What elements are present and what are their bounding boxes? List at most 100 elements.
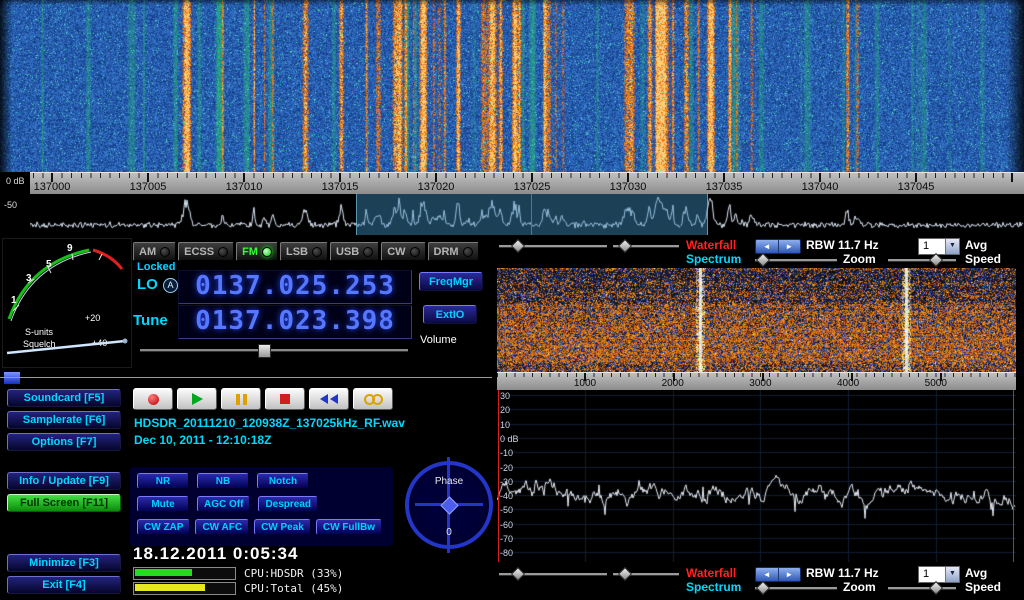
waterfall-contrast-slider[interactable] xyxy=(613,568,679,579)
minimize-button[interactable]: Minimize [F3] xyxy=(7,554,121,572)
slider-thumb[interactable] xyxy=(756,581,770,595)
audio-spectrum-display[interactable]: 3020100 dB-10-20-30-40-50-60-70-80 xyxy=(497,390,1016,562)
db-scale-label: -20 xyxy=(500,463,513,473)
zoom-passband-highlight[interactable] xyxy=(356,194,708,235)
cw-fullbw-button[interactable]: CW FullBw xyxy=(316,519,382,535)
zoom-label: Zoom xyxy=(843,580,876,594)
mode-button-fm[interactable]: FM xyxy=(236,242,278,261)
slider-thumb[interactable] xyxy=(929,253,943,267)
slider-thumb[interactable] xyxy=(618,239,632,253)
volume-slider[interactable] xyxy=(140,343,408,356)
mode-button-cw[interactable]: CW xyxy=(381,242,425,261)
volume-slider-groove xyxy=(140,349,408,351)
cw-zap-button[interactable]: CW ZAP xyxy=(137,519,190,535)
speed-slider[interactable] xyxy=(888,582,956,593)
mode-button-drm[interactable]: DRM xyxy=(428,242,479,261)
audio-frequency-ruler[interactable]: 10002000300040005000 xyxy=(497,372,1016,390)
mode-button-usb[interactable]: USB xyxy=(330,242,379,261)
tune-frequency-display[interactable]: 0137.023.398 xyxy=(178,305,412,339)
squelch-indicator-chip[interactable] xyxy=(3,371,21,385)
loop-button[interactable] xyxy=(353,388,393,410)
mode-button-ecss[interactable]: ECSS xyxy=(178,242,234,261)
cpu-hdsdr-label: CPU:HDSDR (33%) xyxy=(244,567,343,580)
db-scale-label: -70 xyxy=(500,534,513,544)
slider-thumb[interactable] xyxy=(618,567,632,581)
waterfall-tab-label[interactable]: Waterfall xyxy=(686,238,736,252)
nb-button[interactable]: NB xyxy=(197,473,249,489)
rbw-spinner: ◄ ► xyxy=(755,567,801,582)
rbw-increase-button[interactable]: ► xyxy=(779,568,801,581)
despread-button[interactable]: Despread xyxy=(258,496,318,512)
lock-a-badge[interactable]: A xyxy=(163,278,178,293)
dropdown-arrow-icon[interactable]: ▼ xyxy=(945,567,959,582)
nr-button[interactable]: NR xyxy=(137,473,189,489)
stop-button[interactable] xyxy=(265,388,305,410)
s-meter: 1 3 5 9 +20 +40 S-units Squelch xyxy=(2,238,132,368)
panel-divider xyxy=(0,377,492,378)
audio-waterfall-display[interactable] xyxy=(497,268,1016,372)
mode-button-am[interactable]: AM xyxy=(133,242,176,261)
pause-button[interactable] xyxy=(221,388,261,410)
soundcard-button[interactable]: Soundcard [F5] xyxy=(7,389,121,407)
mode-led-icon xyxy=(363,247,373,257)
notch-button[interactable]: Notch xyxy=(257,473,309,489)
options-button[interactable]: Options [F7] xyxy=(7,433,121,451)
zoom-slider[interactable] xyxy=(755,582,837,593)
main-spectrum-display[interactable] xyxy=(0,194,1024,235)
spectrum-tab-label[interactable]: Spectrum xyxy=(686,580,741,594)
avg-select[interactable]: 1 ▼ xyxy=(918,238,960,255)
exit-button[interactable]: Exit [F4] xyxy=(7,576,121,594)
avg-select[interactable]: 1 ▼ xyxy=(918,566,960,583)
samplerate-button[interactable]: Samplerate [F6] xyxy=(7,411,121,429)
recording-filename: HDSDR_20111210_120938Z_137025kHz_RF.wav xyxy=(134,416,405,430)
dsp-panel: NR NB Notch Mute AGC Off Despread CW ZAP… xyxy=(130,467,393,546)
waterfall-contrast-slider[interactable] xyxy=(613,240,679,251)
info-update-button[interactable]: Info / Update [F9] xyxy=(7,472,121,490)
spectrum-tab-label[interactable]: Spectrum xyxy=(686,252,741,266)
waterfall-brightness-slider[interactable] xyxy=(499,568,607,579)
s-meter-plus20-label: +20 xyxy=(85,313,100,323)
agc-button[interactable]: AGC Off xyxy=(197,496,250,512)
mute-button[interactable]: Mute xyxy=(137,496,189,512)
slider-thumb[interactable] xyxy=(756,253,770,267)
waterfall-tab-label[interactable]: Waterfall xyxy=(686,566,736,580)
mode-label: USB xyxy=(336,246,359,258)
slider-thumb[interactable] xyxy=(511,567,525,581)
slider-thumb[interactable] xyxy=(929,581,943,595)
audio-spectrum-trace xyxy=(497,390,1016,562)
freq-ruler-label: 137030 xyxy=(610,181,647,193)
lo-frequency-display[interactable]: 0137.025.253 xyxy=(178,270,412,304)
rbw-increase-button[interactable]: ► xyxy=(779,240,801,253)
waterfall-brightness-slider[interactable] xyxy=(499,240,607,251)
zoom-slider[interactable] xyxy=(755,254,837,265)
rewind-button[interactable] xyxy=(309,388,349,410)
volume-slider-thumb[interactable] xyxy=(258,344,271,358)
mode-led-icon xyxy=(312,247,322,257)
play-button[interactable] xyxy=(177,388,217,410)
main-frequency-ruler[interactable]: 1370001370051370101370151370201370251370… xyxy=(0,172,1024,194)
record-button[interactable] xyxy=(133,388,173,410)
phase-marker-icon xyxy=(440,496,458,514)
freqmgr-button[interactable]: FreqMgr xyxy=(419,272,483,291)
mode-label: AM xyxy=(139,246,156,258)
play-icon xyxy=(192,393,203,405)
speed-slider[interactable] xyxy=(888,254,956,265)
extio-button[interactable]: ExtIO xyxy=(423,305,477,324)
cw-peak-button[interactable]: CW Peak xyxy=(254,519,311,535)
band-edge-marker-left xyxy=(498,390,499,562)
full-screen-button[interactable]: Full Screen [F11] xyxy=(7,494,121,512)
mode-led-icon xyxy=(410,247,420,257)
mode-button-lsb[interactable]: LSB xyxy=(280,242,328,261)
rbw-decrease-button[interactable]: ◄ xyxy=(756,568,779,581)
s-meter-face: 1 3 5 9 +20 +40 S-units Squelch xyxy=(3,239,131,367)
slider-thumb[interactable] xyxy=(511,239,525,253)
rbw-decrease-button[interactable]: ◄ xyxy=(756,240,779,253)
main-waterfall-display[interactable] xyxy=(0,0,1024,172)
tune-frequency-marker xyxy=(531,194,532,235)
db-label-0: 0 dB xyxy=(6,176,25,186)
dropdown-arrow-icon[interactable]: ▼ xyxy=(945,239,959,254)
transport-bar xyxy=(133,388,393,410)
slider-groove xyxy=(888,587,956,589)
cw-afc-button[interactable]: CW AFC xyxy=(195,519,249,535)
freq-ruler-label: 137005 xyxy=(130,181,167,193)
